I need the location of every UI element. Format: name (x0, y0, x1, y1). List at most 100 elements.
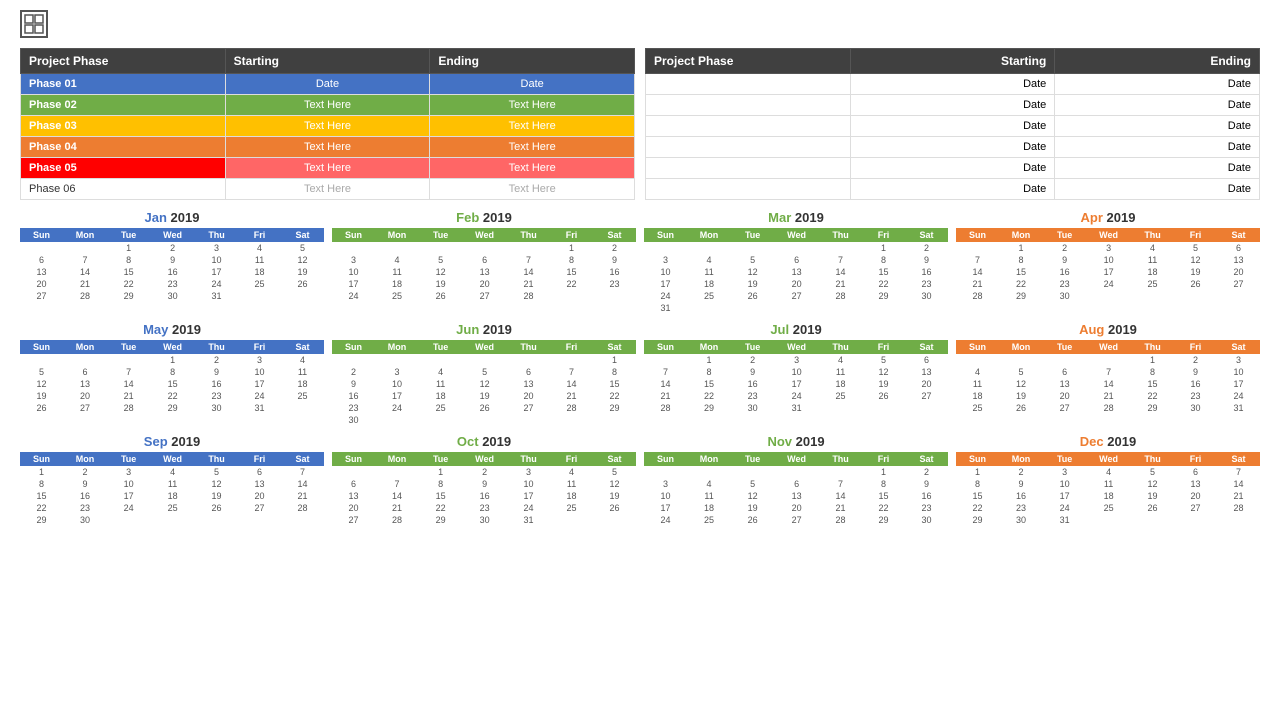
cal-day-cell: 28 (819, 514, 862, 526)
day-header-sat: Sat (281, 340, 324, 354)
phase-2-name: Phase 02 (21, 95, 226, 116)
day-header-thu: Thu (1131, 228, 1174, 242)
day-header-fri: Fri (862, 452, 905, 466)
cal-day-cell (1086, 290, 1131, 302)
title-row (20, 10, 1260, 38)
cal-day-cell (819, 242, 862, 254)
cal-day-cell: 22 (956, 502, 999, 514)
cal-day-cell: 14 (63, 266, 107, 278)
cal-day-cell: 22 (687, 390, 731, 402)
cal-day-cell: 30 (1043, 290, 1086, 302)
cal-day-cell: 26 (999, 402, 1043, 414)
cal-day-cell: 16 (1043, 266, 1086, 278)
day-header-tue: Tue (1043, 452, 1086, 466)
day-header-wed: Wed (774, 452, 819, 466)
cal-day-cell (107, 514, 150, 526)
cal-day-cell: 28 (107, 402, 150, 414)
cal-day-cell: 8 (687, 366, 731, 378)
cal-day-cell: 28 (956, 290, 999, 302)
cal-day-cell: 29 (999, 290, 1043, 302)
ending-header-left: Ending (430, 49, 635, 74)
cal-day-cell: 21 (107, 390, 150, 402)
cal-day-cell: 14 (644, 378, 687, 390)
cal-day-cell: 13 (63, 378, 107, 390)
phase-3-start: Text Here (225, 116, 430, 137)
cal-day-cell: 28 (1086, 402, 1131, 414)
cal-day-cell: 30 (332, 414, 375, 426)
title-icon (20, 10, 48, 38)
cal-day-cell: 30 (999, 514, 1043, 526)
cal-day-cell (332, 466, 375, 478)
cal-day-cell: 6 (774, 478, 819, 490)
cal-day-cell: 2 (195, 354, 238, 366)
cal-day-cell: 26 (419, 290, 462, 302)
cal-day-cell: 6 (332, 478, 375, 490)
day-header-thu: Thu (507, 228, 550, 242)
cal-day-cell: 20 (1217, 266, 1260, 278)
day-header-wed: Wed (1086, 228, 1131, 242)
phase-6-name: Phase 06 (21, 179, 226, 200)
cal-day-cell (956, 242, 999, 254)
cal-table-nov: SunMonTueWedThuFriSat1234567891011121314… (644, 452, 948, 526)
day-header-sun: Sun (956, 452, 999, 466)
day-header-fri: Fri (550, 228, 593, 242)
month-title-oct: Oct 2019 (332, 434, 636, 449)
cal-day-cell: 27 (905, 390, 948, 402)
phase-4-name: Phase 04 (21, 137, 226, 158)
cal-day-cell: 29 (862, 290, 905, 302)
cal-day-cell: 12 (20, 378, 63, 390)
cal-day-cell: 5 (731, 254, 774, 266)
cal-day-cell: 11 (419, 378, 462, 390)
cal-day-cell (731, 466, 774, 478)
cal-day-cell: 23 (731, 390, 774, 402)
cal-day-cell: 22 (999, 278, 1043, 290)
phase-right-row-3: Date Date (646, 116, 1260, 137)
cal-day-cell (20, 354, 63, 366)
cal-day-cell: 12 (862, 366, 905, 378)
month-title-feb: Feb 2019 (332, 210, 636, 225)
cal-day-cell: 20 (63, 390, 107, 402)
phase-row-4: Phase 04 Text Here Text Here (21, 137, 635, 158)
cal-day-cell: 17 (644, 278, 687, 290)
cal-week-row: 30 (332, 414, 636, 426)
cal-day-cell: 7 (507, 254, 550, 266)
cal-day-cell: 21 (1086, 390, 1131, 402)
cal-day-cell: 17 (332, 278, 375, 290)
phase-right-4-start: Date (850, 137, 1055, 158)
cal-day-cell: 9 (1043, 254, 1086, 266)
cal-day-cell: 24 (1086, 278, 1131, 290)
phase-header-left: Project Phase (21, 49, 226, 74)
cal-week-row: 1 (332, 354, 636, 366)
cal-day-cell: 26 (462, 402, 507, 414)
cal-week-row: 19202122232425 (20, 390, 324, 402)
cal-day-cell: 11 (550, 478, 593, 490)
cal-day-cell: 10 (644, 490, 687, 502)
cal-day-cell: 23 (999, 502, 1043, 514)
cal-day-cell: 30 (1174, 402, 1217, 414)
cal-day-cell: 23 (462, 502, 507, 514)
cal-day-cell: 5 (862, 354, 905, 366)
cal-day-cell (20, 242, 63, 254)
phase-tables: Project Phase Starting Ending Phase 01 D… (20, 48, 1260, 200)
cal-day-cell (687, 302, 731, 314)
cal-day-cell: 5 (731, 478, 774, 490)
cal-day-cell: 3 (644, 478, 687, 490)
cal-day-cell: 27 (238, 502, 281, 514)
cal-day-cell: 9 (905, 478, 948, 490)
cal-day-cell: 31 (1043, 514, 1086, 526)
cal-day-cell: 22 (107, 278, 150, 290)
cal-day-cell: 18 (687, 278, 731, 290)
ending-header-right: Ending (1055, 49, 1260, 74)
cal-day-cell (644, 242, 687, 254)
day-header-sun: Sun (332, 228, 375, 242)
cal-day-cell: 14 (507, 266, 550, 278)
cal-day-cell (999, 354, 1043, 366)
cal-day-cell: 14 (281, 478, 324, 490)
cal-day-cell: 12 (462, 378, 507, 390)
cal-day-cell: 14 (375, 490, 419, 502)
month-jun: Jun 2019SunMonTueWedThuFriSat12345678910… (332, 322, 636, 426)
cal-day-cell: 9 (195, 366, 238, 378)
cal-day-cell: 15 (1131, 378, 1174, 390)
cal-day-cell: 23 (905, 502, 948, 514)
cal-week-row: 17181920212223 (332, 278, 636, 290)
